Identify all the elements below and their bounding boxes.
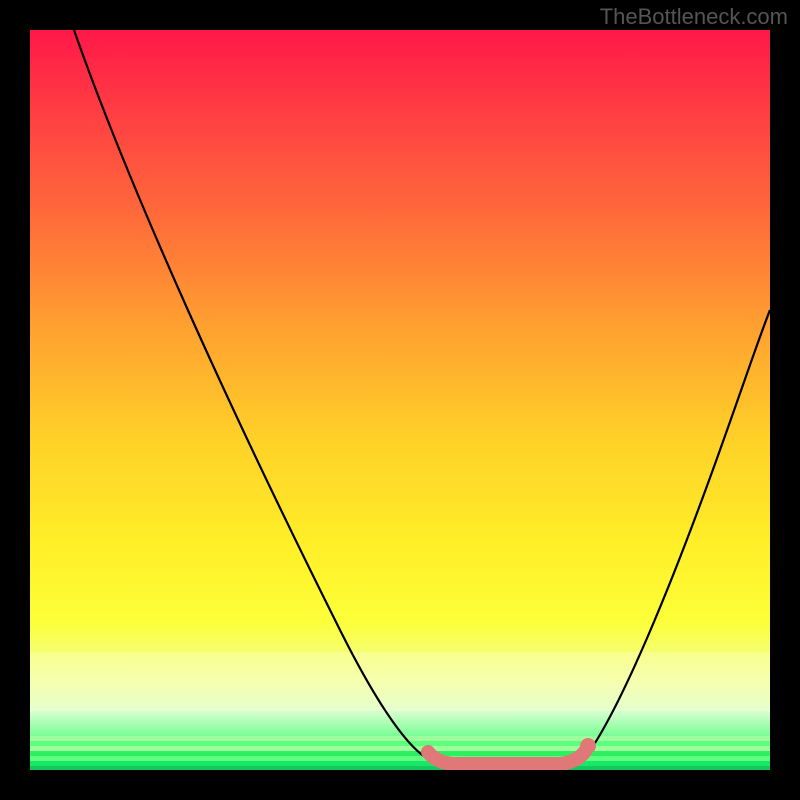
end-marker-dot <box>580 738 596 754</box>
chart-plot-area <box>30 30 770 770</box>
curve-left <box>74 30 430 760</box>
optimal-band-marker <box>428 750 586 764</box>
watermark-text: TheBottleneck.com <box>600 4 788 30</box>
chart-svg <box>30 30 770 770</box>
curve-right <box>585 310 770 758</box>
